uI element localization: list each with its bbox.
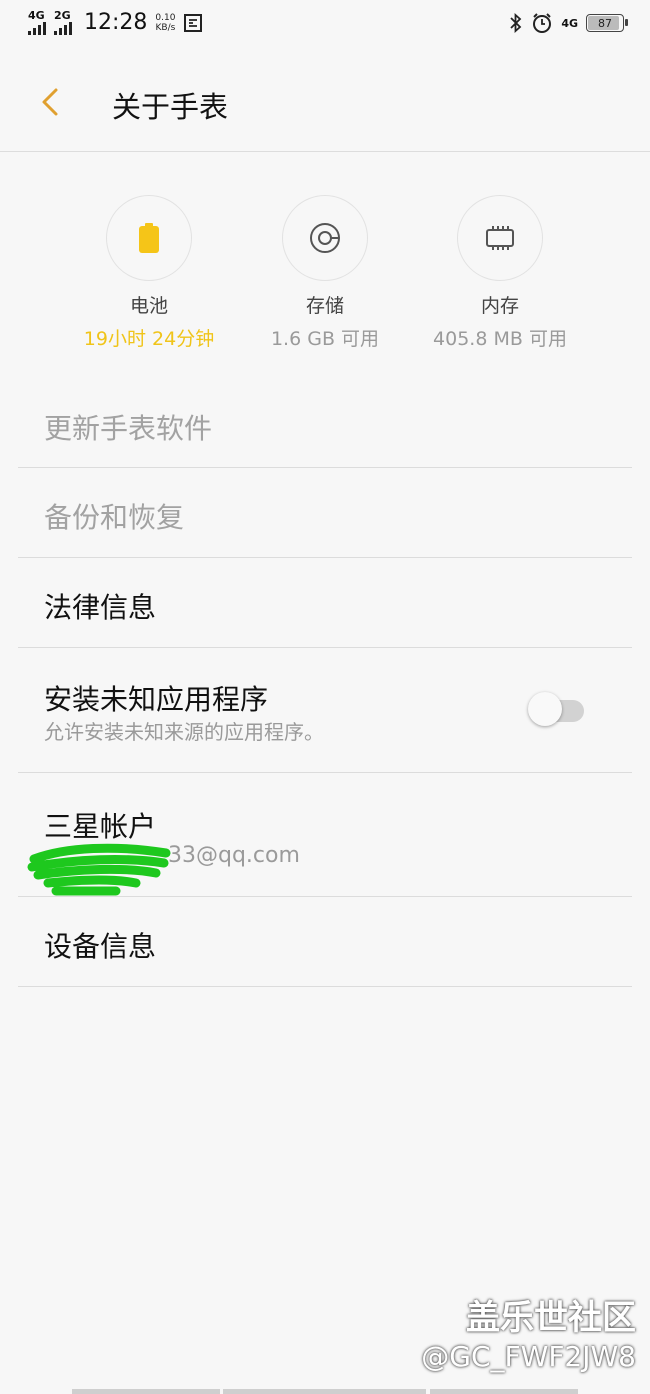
samsung-account-email: 33@qq.com	[168, 843, 300, 868]
app-header: 关于手表	[0, 60, 650, 150]
battery-icon	[139, 223, 159, 253]
device-info-item[interactable]: 设备信息	[18, 897, 632, 987]
storage-icon	[310, 223, 340, 253]
status-bar: 4G 2G 12:28 0.10 KB/s 4G 87	[0, 0, 650, 50]
back-arrow-icon[interactable]	[36, 82, 68, 122]
install-unknown-apps-label: 安装未知应用程序	[44, 683, 269, 716]
backup-restore-item[interactable]: 备份和恢复	[18, 468, 632, 558]
network-type: 4G	[561, 16, 578, 30]
battery-label: 电池	[129, 295, 168, 317]
header-divider	[0, 151, 650, 152]
speed-value: 0.10	[155, 12, 176, 23]
battery-stat[interactable]: 电池 19小时 24分钟	[64, 195, 234, 351]
backup-restore-label: 备份和恢复	[44, 501, 185, 534]
battery-stat-circle[interactable]	[106, 195, 192, 281]
samsung-account-item[interactable]: 三星帐户 33@qq.com	[18, 773, 632, 897]
battery-remaining-value: 19小时 24分钟	[83, 328, 215, 350]
status-bar-left: 4G 2G 12:28 0.10 KB/s	[28, 8, 203, 35]
storage-stat-circle[interactable]	[282, 195, 368, 281]
signal-strength-icon-2: 2G	[54, 8, 72, 35]
signal-strength-icon: 4G	[28, 8, 46, 35]
storage-value: 1.6 GB 可用	[270, 328, 380, 350]
status-bar-right: 4G 87	[509, 12, 628, 34]
install-unknown-apps-toggle[interactable]	[528, 688, 586, 726]
legal-info-label: 法律信息	[44, 591, 157, 624]
network-speed: 0.10 KB/s	[155, 13, 175, 33]
bluetooth-icon	[510, 12, 522, 34]
navigation-bar	[0, 1388, 650, 1394]
battery-percent: 87	[598, 16, 612, 30]
signal1-label: 4G	[28, 8, 45, 22]
update-software-label: 更新手表软件	[44, 412, 213, 445]
nav-gesture-bar-right[interactable]	[430, 1389, 578, 1394]
speed-unit: KB/s	[155, 22, 176, 33]
memory-stat-circle[interactable]	[457, 195, 543, 281]
page-title: 关于手表	[112, 90, 229, 124]
install-unknown-apps-item[interactable]: 安装未知应用程序 允许安装未知来源的应用程序。	[18, 648, 632, 773]
alarm-icon	[533, 13, 552, 33]
screenshot-icon	[184, 13, 203, 32]
nav-gesture-bar-left[interactable]	[72, 1389, 220, 1394]
memory-label: 内存	[480, 295, 519, 317]
nav-gesture-bar-center[interactable]	[223, 1389, 426, 1394]
redaction-scribble	[27, 843, 171, 896]
signal2-label: 2G	[54, 8, 71, 22]
watermark-handle: @GC_FWF2JW8	[421, 1340, 636, 1373]
settings-list: 更新手表软件 备份和恢复 法律信息 安装未知应用程序 允许安装未知来源的应用程序…	[18, 380, 632, 987]
device-info-label: 设备信息	[44, 930, 157, 963]
memory-value: 405.8 MB 可用	[433, 328, 567, 350]
storage-label: 存储	[305, 295, 344, 317]
memory-stat[interactable]: 内存 405.8 MB 可用	[415, 195, 585, 351]
storage-stat[interactable]: 存储 1.6 GB 可用	[240, 195, 410, 351]
update-software-item[interactable]: 更新手表软件	[18, 380, 632, 468]
legal-info-item[interactable]: 法律信息	[18, 558, 632, 648]
watermark-title: 盖乐世社区	[466, 1298, 636, 1338]
memory-chip-icon	[486, 226, 514, 250]
toggle-knob	[528, 692, 562, 726]
install-unknown-apps-description: 允许安装未知来源的应用程序。	[44, 720, 324, 744]
battery-status-icon: 87	[586, 14, 628, 32]
clock: 12:28	[84, 10, 148, 35]
